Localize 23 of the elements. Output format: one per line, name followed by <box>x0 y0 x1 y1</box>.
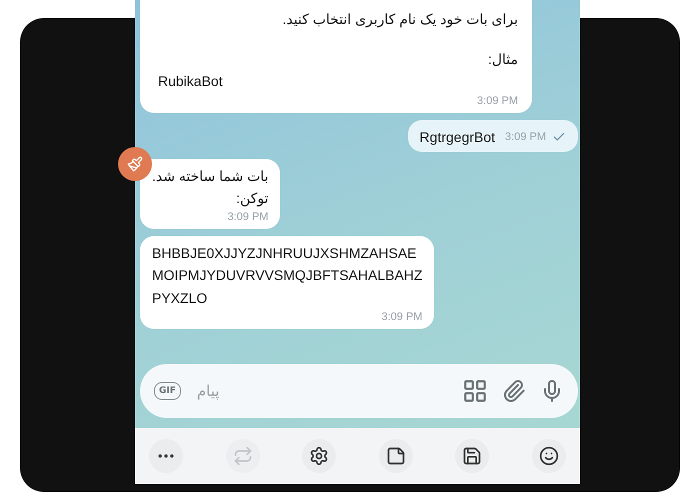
note-icon[interactable] <box>378 439 413 473</box>
message-text: MOIPMJYDUVRVVSMQJBFTSAHALBAHZ <box>152 266 422 284</box>
more-icon[interactable] <box>149 439 183 473</box>
bot-avatar[interactable] <box>118 146 152 181</box>
settings-icon[interactable] <box>302 439 336 473</box>
message-text: بات شما ساخته شد. <box>152 166 268 185</box>
message-text: RubikaBot <box>158 72 224 91</box>
message-time: 3:09 PM <box>227 211 268 224</box>
message-text: RgtrgegrBot <box>420 128 496 146</box>
attach-icon[interactable] <box>502 379 526 403</box>
message-time: 3:09 PM <box>381 310 422 323</box>
message-text: BHBBJE0XJJYZJNHRUUJXSHMZAHSAE <box>152 244 418 262</box>
message-text: برای بات خود یک نام کاربری انتخاب کنید. <box>281 10 518 28</box>
message-time: 3:09 PM <box>505 130 546 143</box>
message-input[interactable]: پیام <box>194 381 448 401</box>
emoji-icon[interactable] <box>532 439 566 473</box>
save-icon[interactable] <box>455 439 490 473</box>
message-time: 3:09 PM <box>477 94 518 107</box>
grid-icon[interactable] <box>462 378 488 404</box>
gif-button[interactable]: GIF <box>154 382 181 400</box>
message-text: مثال: <box>486 50 518 68</box>
message-text: توکن: <box>235 188 268 208</box>
message-text: PYXZLO <box>152 288 208 307</box>
